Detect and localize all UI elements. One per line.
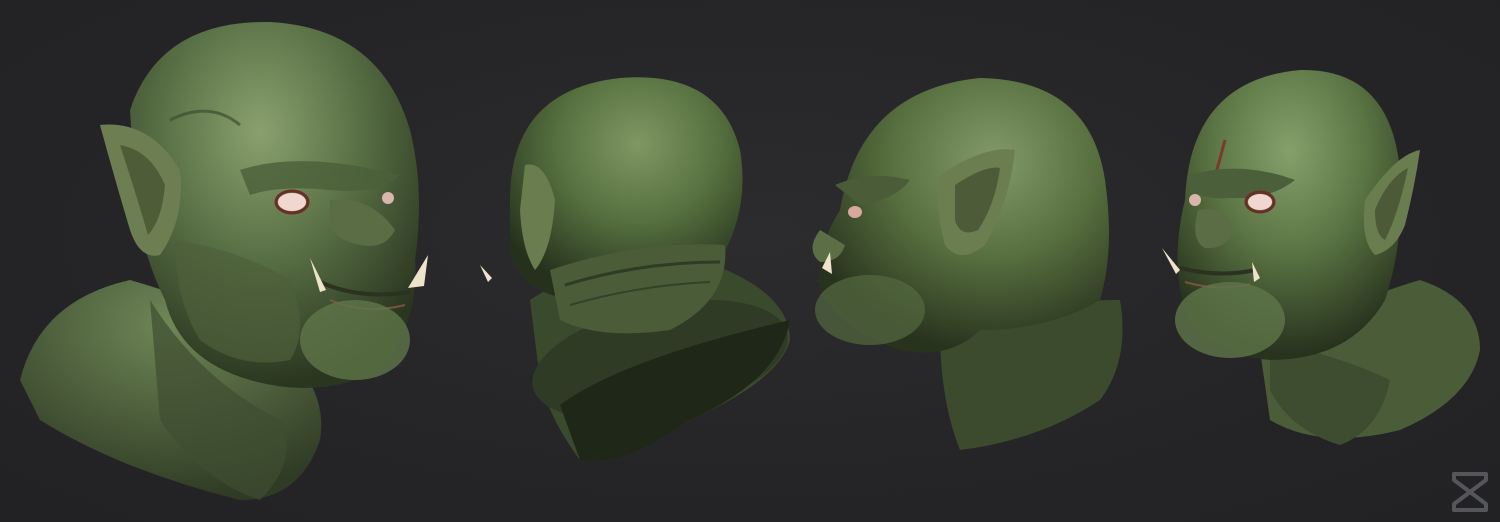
studio-logo-icon (1450, 470, 1490, 514)
orc-head-rear (470, 0, 810, 522)
render-stage (0, 0, 1500, 522)
orc-head-three-quarter-right (1150, 0, 1500, 522)
orc-head-three-quarter-left (0, 0, 470, 522)
orc-head-profile-left (800, 0, 1140, 522)
